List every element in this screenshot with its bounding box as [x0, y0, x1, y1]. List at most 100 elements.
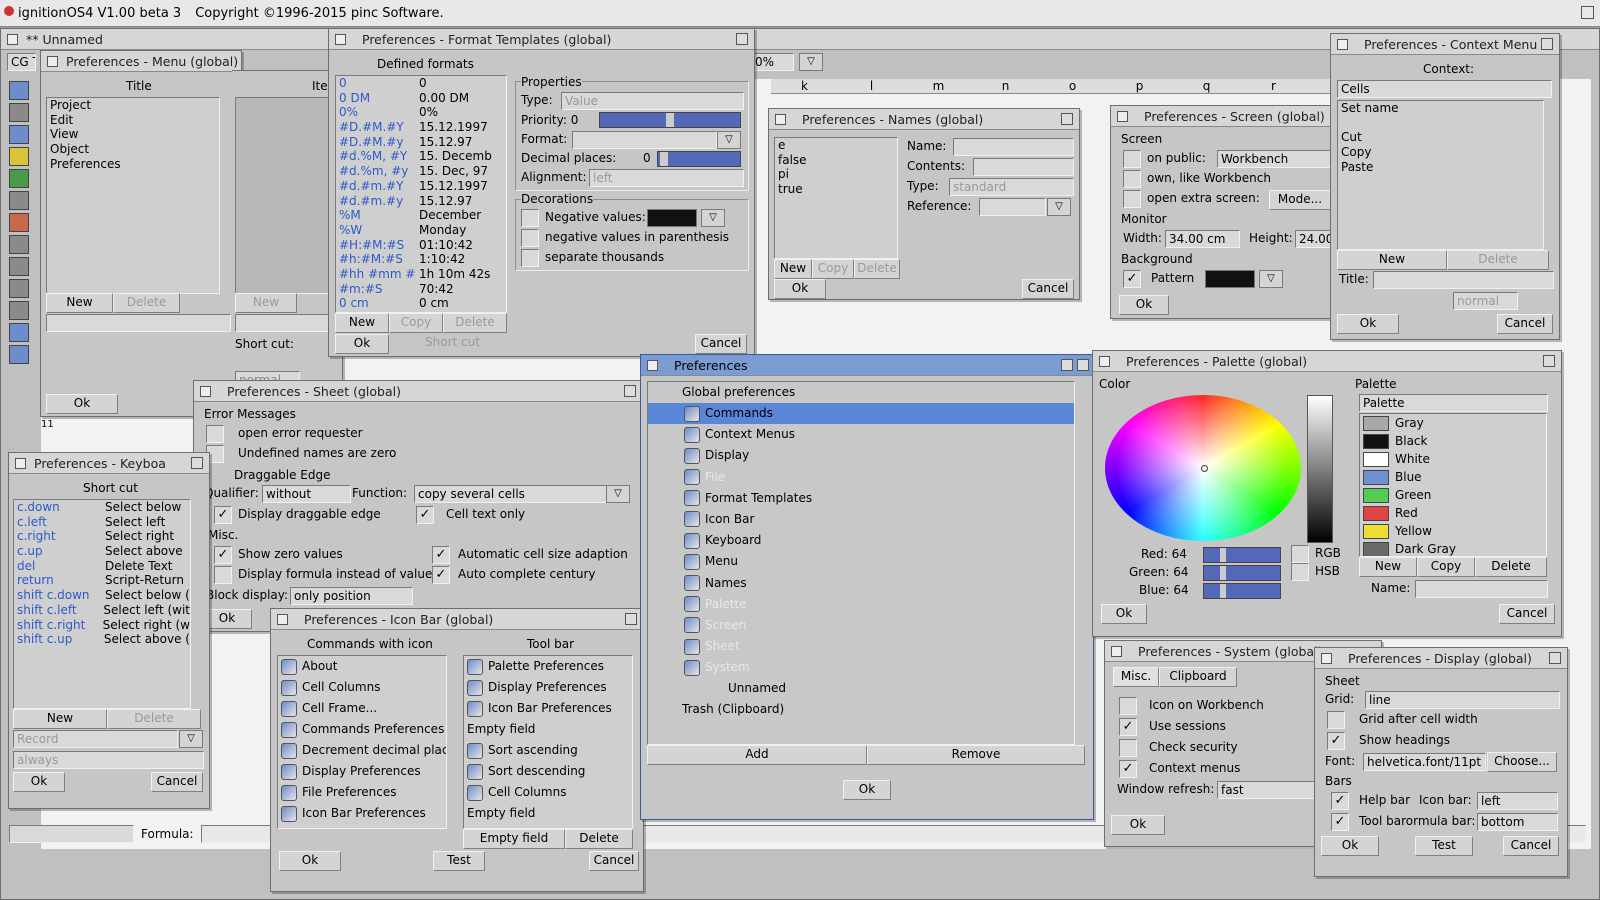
tool-icon[interactable]: [9, 191, 29, 210]
copy-button[interactable]: Copy: [812, 259, 854, 279]
zoom-field[interactable]: 0%: [751, 53, 794, 71]
depth-icon[interactable]: [191, 457, 203, 469]
shortcut-row[interactable]: shift c.left Select left (wit: [14, 603, 190, 618]
toolbar-item[interactable]: Icon Bar Preferences: [464, 698, 632, 719]
palette-color-item[interactable]: Black: [1360, 432, 1546, 450]
tool-icon[interactable]: [9, 323, 29, 342]
color-wheel[interactable]: [1105, 395, 1301, 541]
list-item[interactable]: Edit: [47, 113, 219, 128]
depth-icon[interactable]: [1541, 38, 1553, 50]
list-item[interactable]: Project: [47, 98, 219, 113]
tool-icon[interactable]: [9, 147, 29, 166]
list-item[interactable]: Object: [47, 142, 219, 157]
color-wheel-cursor[interactable]: [1201, 465, 1208, 472]
help-bar-checkbox[interactable]: ✓: [1331, 792, 1349, 810]
new-button[interactable]: New: [1337, 250, 1447, 270]
negative-values-checkbox[interactable]: [521, 209, 539, 227]
ok-button[interactable]: Ok: [279, 851, 341, 871]
window-title-bar[interactable]: Preferences - Icon Bar (global): [271, 609, 643, 630]
tree-node-unnamed[interactable]: Unnamed: [648, 678, 1074, 699]
toolbar-item[interactable]: Palette Preferences: [464, 656, 632, 677]
zoom-dropdown-icon[interactable]: ▽: [799, 53, 823, 71]
negative-color-dropdown-icon[interactable]: ▽: [701, 209, 725, 227]
toolbar-item[interactable]: Sort descending: [464, 761, 632, 782]
new-button[interactable]: New: [13, 709, 107, 729]
tool-icon[interactable]: [9, 257, 29, 276]
list-item[interactable]: pi: [775, 167, 897, 182]
pattern-checkbox[interactable]: ✓: [1123, 270, 1141, 288]
always-popup[interactable]: always: [13, 751, 204, 769]
slider-knob[interactable]: [1220, 548, 1226, 562]
toolbar-list[interactable]: Palette Preferences Display Preferences Ic…: [463, 655, 633, 829]
tab-clipboard[interactable]: Clipboard: [1159, 667, 1237, 687]
tree-node-system[interactable]: System: [648, 657, 1074, 678]
negative-parenthesis-checkbox[interactable]: [521, 229, 539, 247]
palette-color-item[interactable]: Red: [1360, 504, 1546, 522]
command-item[interactable]: Icon Bar Preferences: [278, 803, 446, 824]
tool-icon[interactable]: [9, 235, 29, 254]
display-drag-checkbox[interactable]: ✓: [214, 506, 232, 524]
tree-node-screen[interactable]: Screen: [648, 615, 1074, 636]
new-button[interactable]: New: [46, 293, 113, 313]
item-input[interactable]: [235, 314, 340, 332]
cancel-button[interactable]: Cancel: [1499, 604, 1555, 624]
palette-color-list[interactable]: Gray Black White Blue Green Red Yellow Dark Gra…: [1359, 413, 1547, 557]
list-item[interactable]: Paste: [1338, 160, 1543, 175]
close-icon[interactable]: [277, 613, 288, 625]
delete-button[interactable]: Delete: [113, 293, 180, 313]
tree-node-format-templates[interactable]: Format Templates: [648, 488, 1074, 509]
copy-button[interactable]: Copy: [1417, 557, 1475, 577]
window-title-bar[interactable]: Preferences - Display (global): [1315, 648, 1567, 669]
name-input[interactable]: [953, 138, 1074, 156]
toolbar-item[interactable]: Display Preferences: [464, 677, 632, 698]
palette-color-item[interactable]: Green: [1360, 486, 1546, 504]
alignment-popup[interactable]: left: [589, 169, 744, 187]
tool-icon[interactable]: [9, 125, 29, 144]
tree-node-commands[interactable]: Commands: [648, 403, 1074, 425]
menu-title-input[interactable]: [46, 314, 231, 332]
close-icon[interactable]: [200, 385, 211, 397]
column-label[interactable]: l: [838, 79, 905, 93]
pattern-dropdown-icon[interactable]: ▽: [1259, 270, 1283, 288]
zoom-icon[interactable]: [1061, 359, 1073, 371]
open-error-checkbox[interactable]: [206, 425, 224, 443]
icon-on-workbench-checkbox[interactable]: [1119, 697, 1137, 715]
cancel-button[interactable]: Cancel: [1497, 314, 1553, 334]
format-row[interactable]: #d.%M, #Y 15. Decemb: [336, 149, 506, 164]
list-item[interactable]: Preferences: [47, 157, 219, 172]
screen-depth-icon[interactable]: [1581, 6, 1594, 19]
close-icon[interactable]: [1337, 38, 1348, 50]
empty-field-button[interactable]: Empty field: [463, 829, 565, 849]
type-popup[interactable]: standard: [949, 178, 1074, 196]
ok-button[interactable]: Ok: [843, 780, 891, 800]
name-input[interactable]: [1415, 580, 1548, 598]
auto-cell-size-checkbox[interactable]: ✓: [432, 546, 450, 564]
list-item[interactable]: Copy: [1338, 145, 1543, 160]
tree-node-display[interactable]: Display: [648, 445, 1074, 466]
shortcut-row[interactable]: shift c.right Select right (w: [14, 618, 190, 633]
brightness-slider[interactable]: [1307, 395, 1333, 543]
list-item[interactable]: true: [775, 182, 897, 197]
shortcut-row[interactable]: c.up Select above: [14, 544, 190, 559]
toolbar-item[interactable]: Empty field: [464, 803, 632, 824]
blue-slider[interactable]: [1203, 583, 1281, 599]
list-item[interactable]: View: [47, 127, 219, 142]
ok-button[interactable]: Ok: [1321, 836, 1379, 856]
new-button[interactable]: New: [335, 313, 389, 333]
command-item[interactable]: File Preferences: [278, 782, 446, 803]
record-field[interactable]: Record: [13, 730, 178, 748]
close-icon[interactable]: [775, 113, 786, 125]
row-number[interactable]: 11: [41, 419, 54, 430]
icon-bar-popup[interactable]: left: [1477, 792, 1558, 810]
new-button[interactable]: New: [1359, 557, 1417, 577]
priority-slider[interactable]: [599, 112, 741, 128]
qualifier-popup[interactable]: without: [262, 485, 351, 503]
format-input[interactable]: [572, 131, 717, 149]
format-row[interactable]: %W Monday: [336, 223, 506, 238]
toolbar-item[interactable]: Sort ascending: [464, 740, 632, 761]
choose-font-button[interactable]: Choose...: [1487, 752, 1557, 772]
display-formula-checkbox[interactable]: [214, 566, 232, 584]
column-label[interactable]: n: [972, 79, 1039, 93]
column-label[interactable]: m: [905, 79, 972, 93]
context-popup[interactable]: Cells: [1337, 80, 1552, 98]
